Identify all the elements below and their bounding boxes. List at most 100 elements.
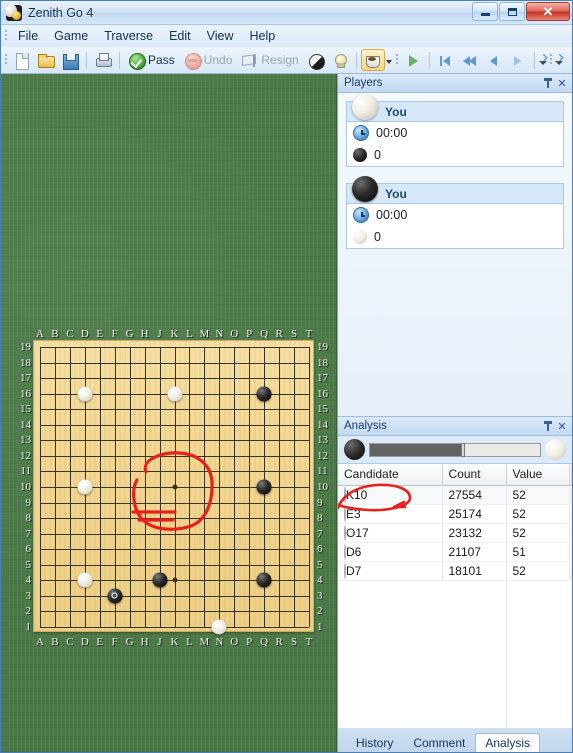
candidate-table-scroll[interactable]: Candidate Count Value K10 27554 52 E3 25… xyxy=(338,464,572,728)
toolbar-overflow-1[interactable] xyxy=(385,52,394,69)
rewind-button[interactable] xyxy=(458,49,482,71)
go-stone-black[interactable] xyxy=(107,588,123,604)
row-label-left: 5 xyxy=(25,558,32,571)
column-header-value[interactable]: Value xyxy=(506,464,570,486)
players-pin-button[interactable] xyxy=(541,76,555,90)
winrate-knob[interactable] xyxy=(461,442,466,457)
coffee-cup-icon xyxy=(364,52,382,69)
player-captures: 0 xyxy=(374,148,381,162)
go-stone-white[interactable] xyxy=(167,386,182,402)
toolbar-separator xyxy=(533,51,535,69)
resign-button[interactable]: Resign xyxy=(237,49,303,71)
go-stone-black[interactable] xyxy=(256,572,272,588)
go-stone-white[interactable] xyxy=(211,619,227,635)
menu-file[interactable]: File xyxy=(10,27,46,45)
toolbar-overflow-3[interactable] xyxy=(554,52,564,69)
row-label-right: 3 xyxy=(317,589,323,602)
pass-check-icon xyxy=(127,52,146,70)
toolbar-grip-3[interactable] xyxy=(548,52,555,68)
row-label-right: 12 xyxy=(317,449,328,462)
tab-analysis[interactable]: Analysis xyxy=(475,733,541,752)
go-stone-black[interactable] xyxy=(256,386,272,402)
column-label-top: N xyxy=(215,328,224,340)
menu-view[interactable]: View xyxy=(199,27,242,45)
players-close-button[interactable]: ✕ xyxy=(555,76,569,90)
column-header-candidate[interactable]: Candidate xyxy=(338,464,443,486)
toolbar-overflow-2[interactable] xyxy=(538,52,548,69)
black-white-stone-icon xyxy=(307,52,325,70)
previous-move-icon xyxy=(485,52,503,69)
column-header-count[interactable]: Count xyxy=(442,464,507,486)
maximize-button[interactable] xyxy=(499,2,525,21)
winrate-fill xyxy=(370,443,464,456)
menu-help[interactable]: Help xyxy=(241,27,283,45)
print-button[interactable] xyxy=(91,49,115,71)
table-row[interactable]: D7 18101 52 xyxy=(338,561,572,581)
row-label-right: 2 xyxy=(317,605,323,618)
grid-line-vertical xyxy=(294,347,295,627)
winrate-bar[interactable] xyxy=(338,436,572,464)
winrate-track[interactable] xyxy=(369,442,541,457)
play-button[interactable] xyxy=(401,49,425,71)
think-button[interactable] xyxy=(360,49,385,71)
players-panel-title: Players xyxy=(344,77,383,89)
candidate-label: O17 xyxy=(346,525,369,540)
menu-edit[interactable]: Edit xyxy=(161,27,199,45)
minimize-icon xyxy=(480,12,490,16)
column-label-bottom: S xyxy=(290,636,298,648)
stone-color-button[interactable] xyxy=(304,49,328,71)
go-stone-black[interactable] xyxy=(152,572,168,588)
go-board-area[interactable]: A A B B C C D D E E F F G G H H J J K K L L M M N N O O P P Q Q R R S S T T 19… xyxy=(1,74,337,752)
candidate-label: E3 xyxy=(346,506,361,521)
table-row[interactable]: K10 27554 52 xyxy=(338,485,572,505)
prev-move-button[interactable] xyxy=(482,49,506,71)
new-game-button[interactable] xyxy=(10,49,34,71)
tab-comment[interactable]: Comment xyxy=(403,733,475,752)
column-label-bottom: M xyxy=(199,636,210,648)
open-button[interactable] xyxy=(34,49,58,71)
candidate-table-header-row: Candidate Count Value xyxy=(338,464,572,486)
menu-traverse[interactable]: Traverse xyxy=(96,27,161,45)
hint-button[interactable] xyxy=(328,49,352,71)
maximize-icon xyxy=(507,7,517,16)
open-folder-icon xyxy=(37,52,55,69)
analysis-close-button[interactable]: ✕ xyxy=(555,419,569,433)
table-row[interactable]: O17 23132 52 xyxy=(338,523,572,543)
pass-button[interactable]: Pass xyxy=(124,49,180,71)
white-stone-icon xyxy=(352,94,378,120)
go-stone-white[interactable] xyxy=(77,386,93,402)
player-card-white[interactable]: You 00:00 0 xyxy=(346,94,564,167)
save-button[interactable] xyxy=(58,49,82,71)
close-button[interactable]: ✕ xyxy=(526,2,570,21)
grid-line-horizontal xyxy=(40,503,309,504)
player-captures-row: 0 xyxy=(347,144,563,166)
goban[interactable] xyxy=(33,340,314,635)
cell-spacer xyxy=(569,523,572,543)
toolbar-grip[interactable] xyxy=(3,52,10,68)
go-stone-white[interactable] xyxy=(77,479,93,495)
menu-game[interactable]: Game xyxy=(46,27,96,45)
toolbar-separator xyxy=(119,51,120,69)
toolbar-separator xyxy=(355,51,357,69)
row-label-right: 5 xyxy=(317,558,323,571)
go-stone-black[interactable] xyxy=(256,479,272,495)
column-label-bottom: J xyxy=(157,636,162,648)
undo-button[interactable]: Undo xyxy=(180,49,238,71)
menu-grip[interactable] xyxy=(3,28,10,44)
go-stone-white[interactable] xyxy=(77,572,93,588)
cell-value: 52 xyxy=(506,485,570,505)
table-row[interactable]: E3 25174 52 xyxy=(338,504,572,524)
resign-label: Resign xyxy=(261,53,299,67)
column-label-top: A xyxy=(36,328,44,340)
column-label-top: L xyxy=(186,328,193,340)
playback-grip[interactable] xyxy=(394,52,401,68)
tab-history[interactable]: History xyxy=(346,733,403,752)
next-move-button[interactable] xyxy=(506,49,530,71)
table-row[interactable]: D6 21107 51 xyxy=(338,542,572,562)
first-move-button[interactable] xyxy=(434,49,458,71)
printer-icon xyxy=(94,52,112,69)
player-card-black[interactable]: You 00:00 0 xyxy=(346,176,564,249)
minimize-button[interactable] xyxy=(472,2,498,21)
cell-spacer xyxy=(569,561,572,581)
analysis-pin-button[interactable] xyxy=(541,419,555,433)
